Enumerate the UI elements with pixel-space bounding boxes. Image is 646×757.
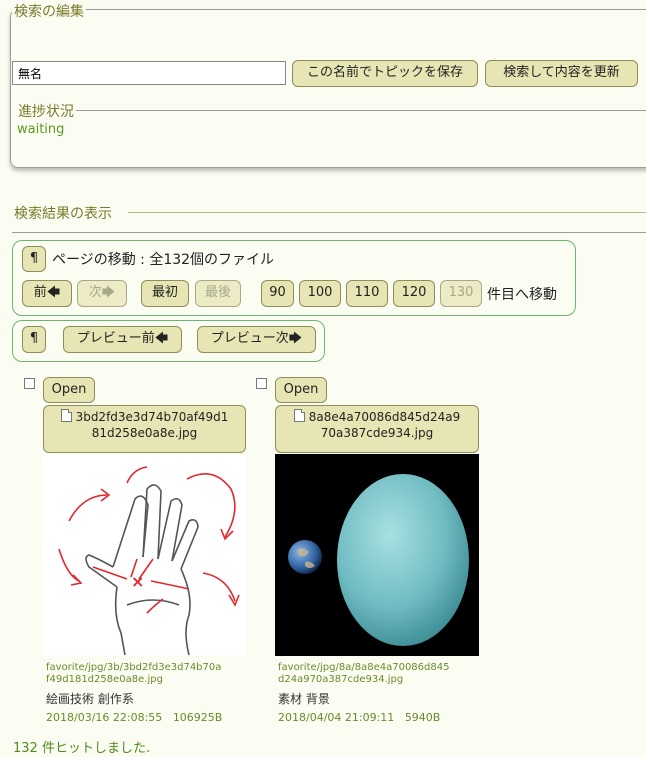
last-page-button[interactable]: 最後 [195, 280, 241, 307]
file-2-datesize: 2018/04/04 21:09:11 5940B [278, 711, 440, 724]
document-icon [293, 409, 305, 422]
results-legend: 検索結果の表示 [12, 203, 114, 223]
page-move-label: ページの移動 : 全132個のファイル [52, 252, 275, 268]
page-90-button[interactable]: 90 [261, 280, 294, 307]
topic-name-input[interactable] [12, 61, 286, 85]
next-label: 次 [88, 285, 102, 300]
page-130-button[interactable]: 130 [440, 280, 482, 307]
file-1-open-button[interactable]: Open [43, 377, 95, 403]
page-110-button[interactable]: 110 [346, 280, 388, 307]
file-1-name-line1: 3bd2fd3e3d74b70af49d1 [75, 410, 229, 424]
file-2-name-line1: 8a8e4a70086d845d24a9 [308, 410, 461, 424]
file-2-checkbox[interactable] [256, 378, 267, 389]
file-1-path: favorite/jpg/3b/3bd2fd3e3d74b70a f49d181… [46, 662, 221, 686]
progress-divider [18, 110, 646, 111]
planet-small [288, 540, 322, 574]
first-page-button[interactable]: 最初 [141, 280, 189, 307]
file-2-path-line1: favorite/jpg/8a/8a8e4a70086d845 [278, 662, 450, 673]
pilcrow-button[interactable]: ¶ [22, 246, 46, 272]
preview-next-label: プレビュー次 [210, 331, 289, 346]
file-2-name-line2: 70a387cde934.jpg [320, 426, 434, 440]
planet-large [337, 474, 469, 646]
save-topic-button[interactable]: この名前でトピックを保存 [292, 60, 478, 87]
page-100-button[interactable]: 100 [299, 280, 341, 307]
file-2-tags: 素材 背景 [278, 692, 330, 706]
file-2-thumbnail[interactable] [275, 454, 479, 656]
arrow-right-icon: 🡆 [288, 331, 303, 346]
edit-search-legend: 検索の編集 [12, 1, 86, 21]
hit-count: 132 件ヒットしました. [13, 741, 151, 756]
arrow-left-icon: 🡄 [154, 331, 169, 346]
goto-suffix: 件目へ移動 [487, 287, 557, 303]
file-1-date: 2018/03/16 22:08:55 [46, 711, 163, 724]
file-2-open-button[interactable]: Open [275, 377, 327, 403]
document-icon [60, 409, 72, 422]
file-1-path-line1: favorite/jpg/3b/3bd2fd3e3d74b70a [46, 662, 222, 673]
file-1-tags: 絵画技術 創作系 [46, 692, 134, 706]
next-page-button[interactable]: 次🡆 [77, 280, 127, 307]
file-2-name-box[interactable]: 8a8e4a70086d845d24a9 70a387cde934.jpg [275, 405, 479, 453]
file-2-date: 2018/04/04 21:09:11 [278, 711, 395, 724]
results-underline [12, 232, 646, 233]
file-1-name-box[interactable]: 3bd2fd3e3d74b70af49d1 81d258e0a8e.jpg [43, 405, 246, 453]
file-1-checkbox[interactable] [24, 378, 35, 389]
progress-legend: 進捗状況 [16, 101, 76, 121]
x-mark: × [131, 572, 144, 591]
file-1-name-line2: 81d258e0a8e.jpg [91, 426, 198, 440]
arrow-right-icon: 🡆 [101, 285, 116, 300]
file-1-thumbnail[interactable]: × [43, 455, 246, 655]
edit-search-panel [10, 9, 646, 168]
file-1-datesize: 2018/03/16 22:08:55 106925B [46, 711, 222, 724]
preview-next-button[interactable]: プレビュー次🡆 [197, 326, 316, 353]
prev-label: 前 [33, 285, 47, 300]
file-2-size: 5940B [404, 711, 441, 724]
file-2-path-line2: d24a970a387cde934.jpg [278, 674, 404, 685]
results-divider [128, 212, 646, 213]
page-120-button[interactable]: 120 [393, 280, 435, 307]
search-update-button[interactable]: 検索して内容を更新 [485, 60, 638, 87]
preview-pilcrow-button[interactable]: ¶ [22, 326, 46, 353]
file-2-path: favorite/jpg/8a/8a8e4a70086d845 d24a970a… [278, 662, 449, 686]
progress-status: waiting [17, 122, 65, 137]
file-1-size: 106925B [172, 711, 223, 724]
preview-prev-button[interactable]: プレビュー前🡄 [63, 326, 182, 353]
preview-prev-label: プレビュー前 [76, 331, 155, 346]
prev-page-button[interactable]: 前🡄 [22, 280, 72, 307]
arrow-left-icon: 🡄 [46, 285, 61, 300]
file-1-path-line2: f49d181d258e0a8e.jpg [46, 674, 163, 685]
